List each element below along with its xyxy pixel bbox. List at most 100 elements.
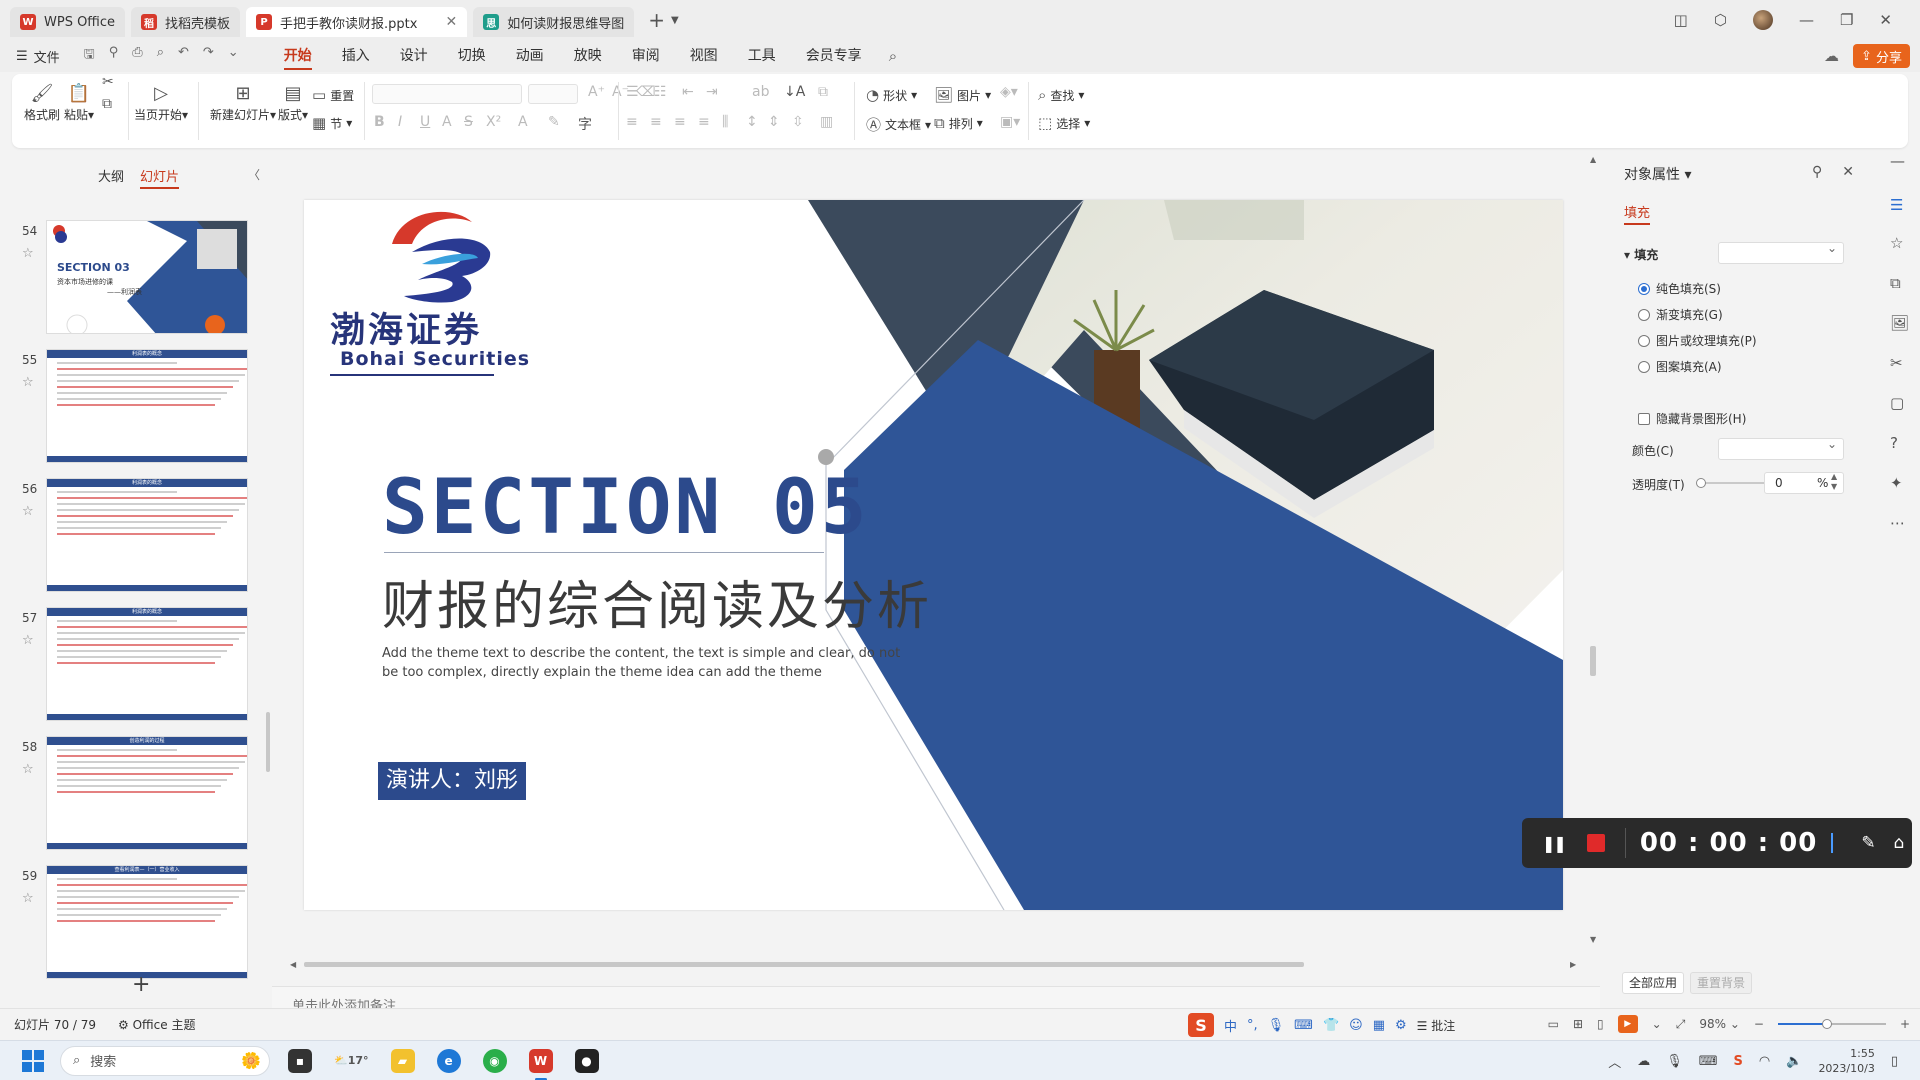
- slide-thumbnail[interactable]: 利润表的概念: [46, 349, 248, 463]
- zoom-slider[interactable]: [1777, 1019, 1886, 1029]
- document-tab[interactable]: 稻找稻壳模板: [131, 7, 241, 37]
- pin-icon[interactable]: ⚲: [1812, 164, 1822, 180]
- restore-button[interactable]: ❐: [1840, 11, 1853, 29]
- outline-color-icon[interactable]: ▣▾: [1000, 114, 1020, 130]
- language-icon[interactable]: ⌨: [1699, 1054, 1718, 1069]
- new-slide-button[interactable]: ⊞ 新建幻灯片▾: [210, 82, 276, 123]
- bullet-list-icon[interactable]: ☰: [626, 84, 639, 100]
- spin-up-icon[interactable]: ▲: [1831, 472, 1837, 481]
- fill-option-radio[interactable]: 图片或纹理填充(P): [1638, 332, 1757, 349]
- undo-icon[interactable]: ↶: [178, 45, 189, 67]
- paragraph-spacing-icon[interactable]: ⇕: [768, 114, 780, 130]
- cloud-icon[interactable]: ☁: [1824, 47, 1839, 65]
- spin-down-icon[interactable]: ▼: [1831, 482, 1837, 491]
- fill-color-icon[interactable]: ◈▾: [1000, 84, 1018, 100]
- weather-widget[interactable]: ⛅ 17°: [334, 1049, 369, 1073]
- canvas-horizontal-scrollbar[interactable]: ◀ ▶: [290, 960, 1580, 968]
- tools-icon[interactable]: ✂: [1890, 354, 1903, 372]
- close-icon[interactable]: ✕: [1842, 164, 1854, 180]
- keyboard-icon[interactable]: ⌨: [1294, 1018, 1313, 1033]
- section-subtitle[interactable]: 财报的综合阅读及分析: [382, 564, 932, 639]
- layout-icon[interactable]: ◫: [1674, 11, 1688, 29]
- help-icon[interactable]: ?: [1890, 434, 1898, 452]
- increase-indent-icon[interactable]: ⇥: [706, 84, 718, 100]
- reading-view-icon[interactable]: ▯: [1597, 1017, 1604, 1031]
- shadow-icon[interactable]: A: [442, 114, 452, 130]
- paste-button[interactable]: 📋 粘贴▾: [64, 82, 94, 123]
- eraser-icon[interactable]: ⌂: [1894, 833, 1905, 853]
- ribbon-tab[interactable]: 工具: [733, 40, 791, 72]
- text-effect-icon[interactable]: 字: [578, 114, 592, 134]
- mic-icon[interactable]: 🎙: [1666, 1054, 1683, 1069]
- close-tab-icon[interactable]: ✕: [445, 14, 457, 30]
- slide-sorter-icon[interactable]: ⊞: [1573, 1017, 1583, 1031]
- new-tab-button[interactable]: +: [648, 8, 665, 32]
- italic-icon[interactable]: I: [398, 114, 402, 130]
- select-button[interactable]: ⬚ 选择 ▾: [1038, 114, 1090, 132]
- user-avatar[interactable]: [1752, 10, 1773, 30]
- more-icon[interactable]: ⋯: [1890, 514, 1905, 532]
- numbered-list-icon[interactable]: ☷: [654, 84, 667, 100]
- fit-window-icon[interactable]: ⤢: [1676, 1017, 1686, 1032]
- ribbon-tab[interactable]: 放映: [559, 40, 617, 72]
- text-fit-icon[interactable]: ab: [752, 84, 769, 100]
- zoom-out-button[interactable]: −: [1754, 1017, 1764, 1031]
- tab-slides[interactable]: 幻灯片: [140, 166, 180, 189]
- task-view-icon[interactable]: ▪: [288, 1048, 312, 1073]
- find-button[interactable]: ⌕ 查找 ▾: [1038, 86, 1084, 104]
- ribbon-tab[interactable]: 设计: [385, 40, 443, 72]
- minimize-panel-icon[interactable]: —: [1890, 152, 1905, 170]
- text-direction-icon[interactable]: ⇳: [792, 114, 804, 130]
- search-icon[interactable]: ⌕: [889, 47, 897, 65]
- close-window-button[interactable]: ✕: [1879, 11, 1892, 29]
- star-icon[interactable]: ☆: [22, 246, 34, 261]
- strikethrough-icon[interactable]: S: [464, 114, 473, 130]
- fill-option-radio[interactable]: 纯色填充(S): [1638, 280, 1721, 297]
- toolbox-icon[interactable]: ▦: [1373, 1018, 1385, 1033]
- slide-thumbnail[interactable]: 利润表的概念: [46, 607, 248, 721]
- star-icon[interactable]: ☆: [1890, 234, 1903, 252]
- star-icon[interactable]: ☆: [22, 633, 34, 648]
- ribbon-tab[interactable]: 切换: [443, 40, 501, 72]
- pause-icon[interactable]: ❚❚: [1542, 834, 1567, 853]
- reset-background-button[interactable]: 重置背景: [1690, 972, 1753, 994]
- layout-button[interactable]: ▤ 版式▾: [278, 82, 308, 123]
- collapse-panel-icon[interactable]: 〈: [248, 166, 260, 183]
- format-painter-button[interactable]: 🖌 格式刷: [24, 82, 60, 123]
- start-button[interactable]: [22, 1049, 44, 1072]
- font-family-select[interactable]: [372, 84, 522, 104]
- clear-format-icon[interactable]: ⌫: [636, 84, 656, 100]
- tab-list-dropdown[interactable]: ▼: [671, 15, 679, 26]
- color-select[interactable]: [1718, 437, 1844, 460]
- wifi-icon[interactable]: ◠: [1759, 1054, 1770, 1069]
- document-tab[interactable]: 思如何读财报思维导图: [473, 7, 635, 37]
- document-tab[interactable]: W WPS Office: [10, 7, 126, 37]
- align-right-icon[interactable]: ≡: [674, 114, 686, 130]
- panel-title[interactable]: 对象属性 ▾: [1624, 164, 1691, 184]
- fill-type-select[interactable]: [1718, 241, 1844, 264]
- thumbnail-scrollbar[interactable]: [266, 712, 270, 772]
- fill-option-radio[interactable]: 图案填充(A): [1638, 358, 1722, 375]
- share-button[interactable]: ⇪ 分享: [1852, 44, 1910, 68]
- justify-icon[interactable]: ≡: [698, 114, 710, 130]
- align-left-icon[interactable]: ≡: [626, 114, 638, 130]
- system-clock[interactable]: 1:55 2023/10/3: [1818, 1046, 1874, 1076]
- decrease-indent-icon[interactable]: ⇤: [682, 84, 694, 100]
- superscript-icon[interactable]: X²: [486, 114, 501, 130]
- slider-knob[interactable]: [1696, 478, 1706, 488]
- font-color-icon[interactable]: A: [518, 114, 528, 130]
- pen-icon[interactable]: ✎: [1861, 833, 1875, 853]
- reset-button[interactable]: ▭ 重置: [312, 86, 354, 104]
- emoji-icon[interactable]: ☺: [1349, 1018, 1363, 1033]
- document-tab[interactable]: P 手把手教你读财报.pptx ✕: [246, 7, 468, 37]
- shape-button[interactable]: ◔ 形状 ▾: [866, 86, 917, 104]
- cut-icon[interactable]: ✂: [102, 74, 114, 90]
- section-button[interactable]: ▦ 节 ▾: [312, 114, 352, 132]
- current-slide[interactable]: 渤海证券 Bohai Securities SECTION 05 财报的综合阅读…: [304, 200, 1563, 910]
- section-title[interactable]: SECTION 05: [382, 462, 870, 551]
- underline-icon[interactable]: U: [420, 114, 430, 130]
- layers-icon[interactable]: ⧉: [1890, 274, 1901, 292]
- file-explorer-icon[interactable]: ▰: [390, 1048, 415, 1073]
- notification-icon[interactable]: ▯: [1891, 1054, 1898, 1069]
- comment-button[interactable]: ☰ 批注: [1417, 1017, 1456, 1034]
